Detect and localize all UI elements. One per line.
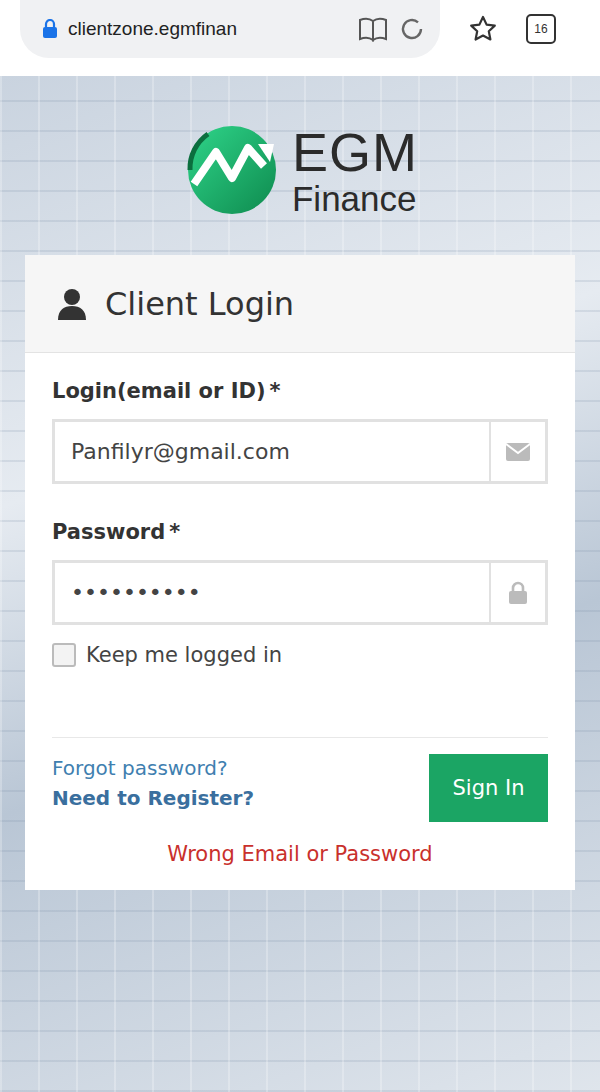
keep-logged-in-label[interactable]: Keep me logged in: [86, 643, 282, 667]
logo-subtitle: Finance: [292, 181, 418, 216]
form-actions: Forgot password? Need to Register? Sign In: [52, 754, 548, 822]
logo-name: EGM: [292, 125, 418, 179]
error-message: Wrong Email or Password: [52, 842, 548, 866]
register-link[interactable]: Need to Register?: [52, 786, 254, 810]
address-bar[interactable]: clientzone.egmfinan: [20, 0, 440, 58]
password-field[interactable]: ••••••••••: [52, 560, 548, 625]
card-body: Login(email or ID)*Panfilyr@gmail.comPas…: [25, 353, 575, 890]
email-label-text: Login(email or ID): [52, 379, 266, 407]
user-icon: [57, 288, 87, 320]
keep-logged-in[interactable]: Keep me logged in: [52, 643, 548, 667]
form-links: Forgot password? Need to Register?: [52, 754, 254, 810]
email-field[interactable]: Panfilyr@gmail.com: [52, 419, 548, 484]
card-header: Client Login: [25, 255, 575, 353]
divider: [52, 737, 548, 738]
envelope-icon: [505, 442, 531, 462]
bookmark-star-icon[interactable]: [468, 14, 498, 44]
reload-icon[interactable]: [398, 15, 426, 43]
password-addon: [489, 563, 545, 622]
logo-icon: [182, 122, 282, 218]
egm-logo: EGMFinance: [182, 120, 418, 220]
lock-icon: [508, 581, 528, 605]
required-mark: *: [270, 379, 281, 407]
logo-text: EGMFinance: [292, 125, 418, 216]
forgot-password-link[interactable]: Forgot password?: [52, 756, 254, 780]
password-value[interactable]: ••••••••••: [55, 563, 489, 622]
browser-toolbar: clientzone.egmfinan 16: [0, 0, 600, 76]
email-value[interactable]: Panfilyr@gmail.com: [55, 422, 489, 481]
toolbar-icons: 16: [468, 0, 556, 58]
lock-icon: [42, 19, 58, 39]
tab-count[interactable]: 16: [526, 14, 556, 44]
email-label: Login(email or ID)*: [52, 379, 548, 407]
required-mark: *: [169, 520, 180, 548]
url-text[interactable]: clientzone.egmfinan: [68, 18, 348, 40]
reader-icon[interactable]: [358, 16, 388, 42]
login-card: Client LoginLogin(email or ID)*Panfilyr@…: [25, 255, 575, 890]
keep-logged-in-checkbox[interactable]: [52, 643, 76, 667]
password-label-text: Password: [52, 520, 165, 548]
password-label: Password*: [52, 520, 548, 548]
sign-in-button[interactable]: Sign In: [429, 754, 548, 822]
page-background: EGMFinance Client Login Login(email or ID)…: [0, 76, 600, 1092]
email-addon: [489, 422, 545, 481]
card-title: Client Login: [105, 285, 294, 323]
